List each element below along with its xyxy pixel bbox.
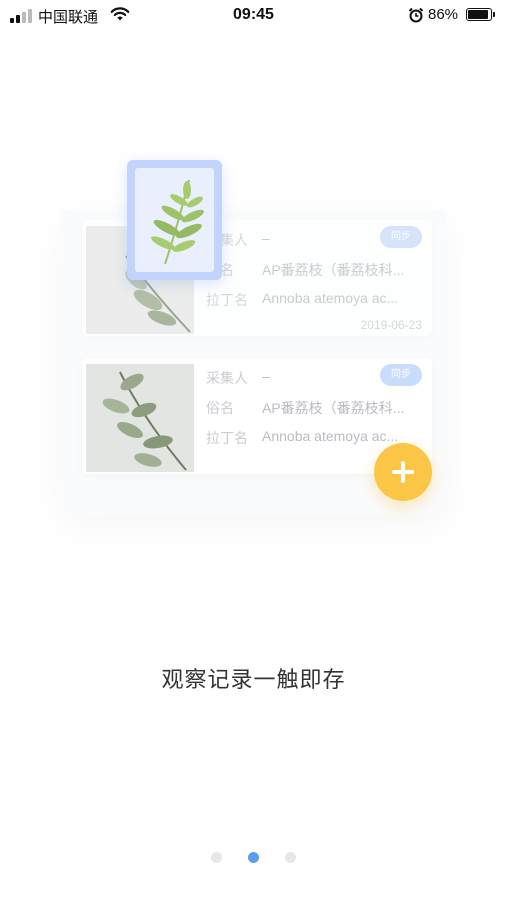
battery-icon	[466, 8, 495, 21]
sync-badge: 同步	[380, 226, 422, 248]
page-dot-active[interactable]	[248, 852, 259, 863]
fern-leaf-icon	[151, 179, 205, 265]
page-dot[interactable]	[285, 852, 297, 863]
add-record-button[interactable]	[374, 443, 432, 501]
alarm-icon	[408, 7, 424, 23]
page-dot[interactable]	[210, 852, 222, 863]
battery-percent: 86%	[428, 6, 459, 23]
collector-value: –	[262, 230, 270, 246]
common-name-value: AP番荔枝（番荔枝科...	[262, 262, 405, 278]
collector-label: 采集人	[206, 370, 248, 386]
record-date: 2019-06-23	[360, 318, 422, 332]
latin-name-value: Annoba atemoya ac...	[262, 290, 399, 306]
latin-name-value: Annoba atemoya ac...	[262, 428, 399, 444]
sync-badge: 同步	[380, 364, 422, 386]
plant-photo	[86, 364, 194, 472]
leaf-photo-card	[127, 160, 222, 280]
common-name-label: 俗名	[206, 400, 234, 416]
common-name-value: AP番荔枝（番荔枝科...	[262, 400, 405, 416]
latin-name-label: 拉丁名	[206, 430, 248, 446]
collector-value: –	[262, 368, 270, 384]
onboarding-caption: 观察记录一触即存	[161, 667, 346, 692]
status-bar: 中国联通 09:45 86%	[0, 0, 507, 30]
latin-name-label: 拉丁名	[206, 292, 248, 308]
pagination-dots	[0, 850, 507, 868]
